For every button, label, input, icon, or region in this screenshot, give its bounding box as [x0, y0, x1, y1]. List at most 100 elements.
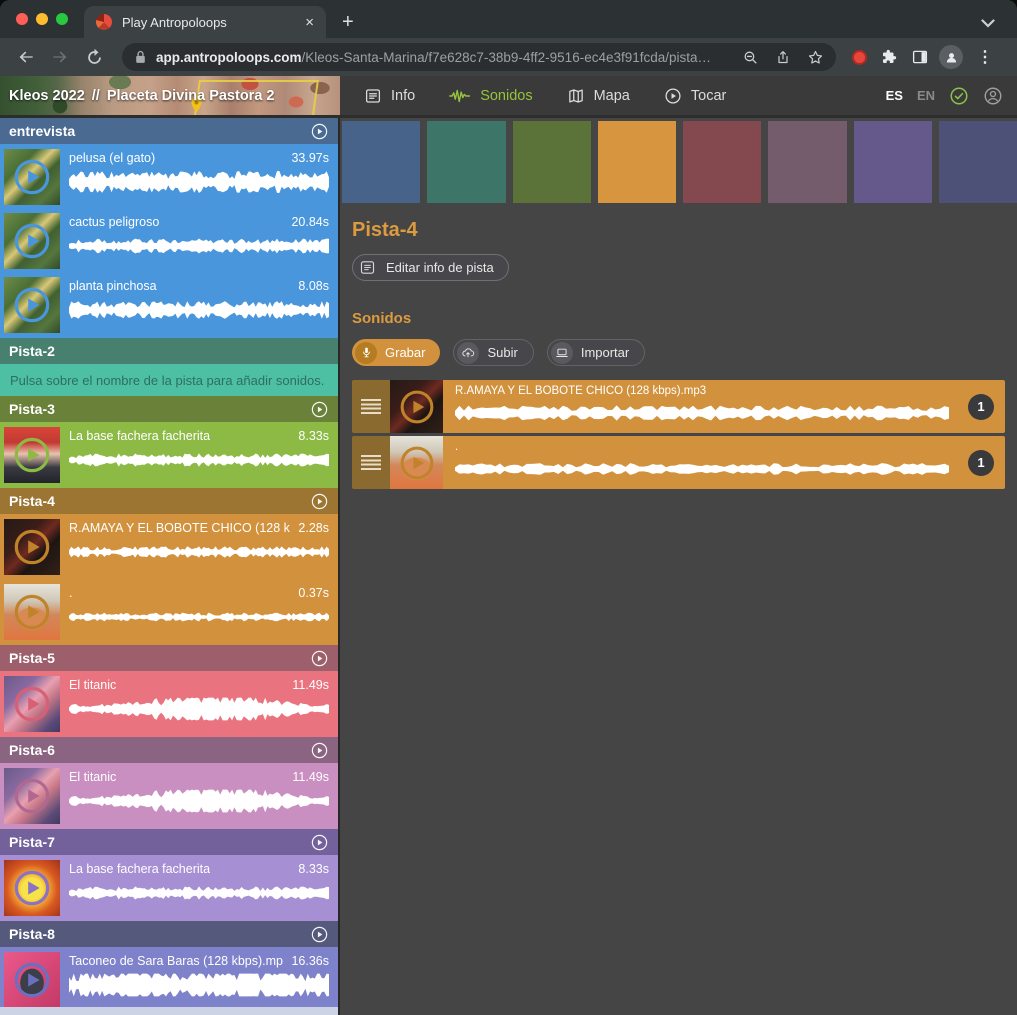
track-tab-7[interactable]	[854, 121, 932, 203]
sound-item[interactable]: planta pinchosa8.08s	[0, 273, 338, 337]
forward-button[interactable]	[46, 43, 74, 71]
track-header-pista-3[interactable]: Pista-3	[0, 396, 338, 422]
lang-en[interactable]: EN	[917, 88, 935, 103]
url-text[interactable]: app.antropoloops.com/Kleos-Santa-Marina/…	[156, 50, 733, 65]
sound-thumbnail[interactable]	[4, 952, 60, 1007]
sound-item[interactable]: R.AMAYA Y EL BOBOTE CHICO (128 kbps)....…	[0, 515, 338, 580]
sound-name[interactable]: El titanic	[69, 677, 116, 694]
track-header-pista-8[interactable]: Pista-8	[0, 921, 338, 947]
track-name[interactable]: Pista-2	[9, 343, 55, 359]
window-controls[interactable]	[0, 13, 84, 38]
nav-mapa[interactable]: Mapa	[567, 87, 630, 105]
track-tab-3[interactable]	[513, 121, 591, 203]
tab-close-icon[interactable]: ×	[305, 15, 314, 30]
track-tab-2[interactable]	[427, 121, 505, 203]
bookmark-star-icon[interactable]	[807, 49, 824, 66]
breadcrumb[interactable]: Kleos 2022//Placeta Divina Pastora 2	[9, 88, 275, 104]
sound-play-icon[interactable]	[4, 519, 60, 575]
sound-thumbnail[interactable]	[4, 277, 60, 333]
browser-menu-icon[interactable]: ⋮	[973, 47, 997, 67]
track-header-pista-6[interactable]: Pista-6	[0, 737, 338, 763]
breadcrumb-piece[interactable]: Placeta Divina Pastora 2	[107, 88, 275, 104]
nav-sonidos[interactable]: Sonidos	[449, 88, 532, 104]
track-play-icon[interactable]	[310, 649, 329, 668]
lang-es[interactable]: ES	[886, 88, 903, 103]
track-header-pista-7[interactable]: Pista-7	[0, 829, 338, 855]
track-tab-1[interactable]	[342, 121, 420, 203]
browser-tab[interactable]: Play Antropoloops ×	[84, 6, 326, 38]
sound-play-icon[interactable]	[4, 213, 60, 269]
account-icon[interactable]	[983, 86, 1003, 106]
track-header-pista-4[interactable]: Pista-4	[0, 488, 338, 514]
extensions-puzzle-icon[interactable]	[877, 48, 901, 66]
ssl-lock-icon[interactable]	[134, 50, 147, 65]
address-bar[interactable]: app.antropoloops.com/Kleos-Santa-Marina/…	[122, 43, 836, 71]
track-name[interactable]: Pista-7	[9, 834, 55, 850]
sound-item[interactable]: La base fachera facherita8.33s	[0, 856, 338, 920]
sound-name[interactable]: R.AMAYA Y EL BOBOTE CHICO (128 kbps)....	[69, 520, 290, 537]
sound-item[interactable]: El titanic11.49s	[0, 764, 338, 828]
sound-play-icon[interactable]	[4, 149, 60, 205]
sound-name[interactable]: planta pinchosa	[69, 278, 157, 295]
back-button[interactable]	[12, 43, 40, 71]
sound-name[interactable]: La base fachera facherita	[69, 428, 210, 445]
sound-row-body[interactable]: R.AMAYA Y EL BOBOTE CHICO (128 kbps).mp3…	[443, 380, 1005, 433]
close-window-button[interactable]	[16, 13, 28, 25]
screen-record-extension-icon[interactable]	[852, 50, 867, 65]
minimize-window-button[interactable]	[36, 13, 48, 25]
sound-item[interactable]: La base fachera facherita8.33s	[0, 423, 338, 487]
sound-play-icon[interactable]	[4, 952, 60, 1007]
breadcrumb-project[interactable]: Kleos 2022	[9, 88, 85, 104]
sound-name[interactable]: El titanic	[69, 769, 116, 786]
sound-name[interactable]: cactus peligroso	[69, 214, 159, 231]
track-name[interactable]: Pista-5	[9, 650, 55, 666]
track-header-entrevista[interactable]: entrevista	[0, 118, 338, 144]
track-name[interactable]: Pista-4	[9, 493, 55, 509]
sound-play-icon[interactable]	[4, 860, 60, 916]
track-play-icon[interactable]	[310, 741, 329, 760]
track-header-pista-5[interactable]: Pista-5	[0, 645, 338, 671]
track-play-icon[interactable]	[310, 833, 329, 852]
sound-thumbnail[interactable]	[4, 584, 60, 640]
sound-thumbnail[interactable]	[390, 436, 443, 489]
sound-play-icon[interactable]	[4, 277, 60, 333]
record-button[interactable]: Grabar	[352, 339, 440, 366]
track-tab-6[interactable]	[768, 121, 846, 203]
track-play-icon[interactable]	[310, 492, 329, 511]
sound-play-icon[interactable]	[4, 584, 60, 640]
nav-info[interactable]: Info	[364, 87, 415, 105]
sound-item[interactable]: Taconeo de Sara Baras (128 kbps).mp316.3…	[0, 948, 338, 1007]
sync-check-icon[interactable]	[949, 86, 969, 106]
side-panel-icon[interactable]	[911, 48, 929, 66]
track-name[interactable]: entrevista	[9, 123, 75, 139]
zoom-window-button[interactable]	[56, 13, 68, 25]
import-button[interactable]: Importar	[547, 339, 645, 366]
sound-item[interactable]: .0.37s	[0, 580, 338, 645]
sound-item[interactable]: El titanic11.49s	[0, 672, 338, 736]
track-play-icon[interactable]	[310, 925, 329, 944]
track-name[interactable]: Pista-3	[9, 401, 55, 417]
tab-search-chevron-icon[interactable]	[981, 19, 995, 28]
sound-row-body[interactable]: . 1	[443, 436, 1005, 489]
project-cover-image[interactable]: Kleos 2022//Placeta Divina Pastora 2	[0, 76, 340, 115]
drag-handle[interactable]	[352, 380, 390, 433]
track-tab-8[interactable]	[939, 121, 1017, 203]
track-tab-4-selected[interactable]	[598, 121, 676, 203]
sound-item[interactable]: cactus peligroso20.84s	[0, 209, 338, 273]
track-sound-row[interactable]: R.AMAYA Y EL BOBOTE CHICO (128 kbps).mp3…	[352, 380, 1005, 433]
sound-thumbnail[interactable]	[390, 380, 443, 433]
sound-name[interactable]: La base fachera facherita	[69, 861, 210, 878]
sound-thumbnail[interactable]	[4, 519, 60, 575]
share-icon[interactable]	[775, 49, 791, 66]
sound-name[interactable]: pelusa (el gato)	[69, 150, 155, 167]
sound-name[interactable]: Taconeo de Sara Baras (128 kbps).mp3	[69, 953, 283, 970]
track-header-pista-2[interactable]: Pista-2	[0, 338, 338, 364]
sound-name[interactable]: .	[69, 585, 72, 602]
nav-tocar[interactable]: Tocar	[664, 87, 726, 105]
new-tab-button[interactable]: +	[326, 12, 354, 38]
sound-item[interactable]: pelusa (el gato)33.97s	[0, 145, 338, 209]
sound-play-icon[interactable]	[4, 676, 60, 732]
track-play-icon[interactable]	[310, 122, 329, 141]
track-name[interactable]: Pista-8	[9, 926, 55, 942]
sound-thumbnail[interactable]	[4, 427, 60, 483]
